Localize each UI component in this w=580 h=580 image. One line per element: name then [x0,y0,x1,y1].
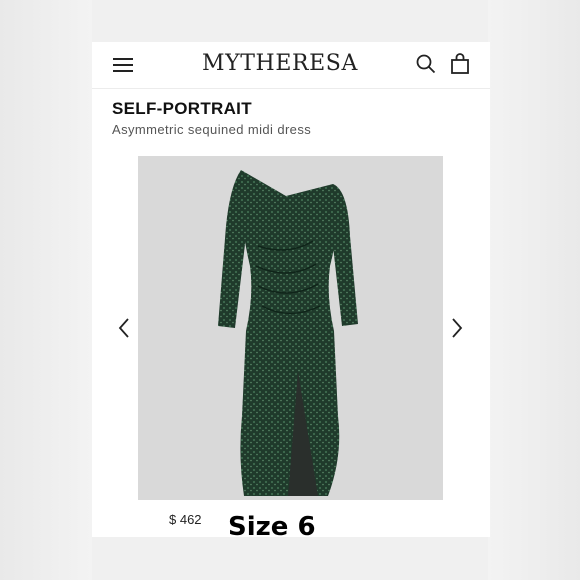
hamburger-icon-line [113,70,133,72]
brand-logo[interactable]: MYTHERESA [180,50,380,78]
search-icon [416,54,436,74]
chevron-left-icon [118,318,129,338]
product-price: $ 462 [169,512,202,527]
carousel-next-button[interactable] [447,316,465,340]
background-blur-left [0,0,92,580]
hamburger-icon [113,58,133,60]
carousel-prev-button[interactable] [116,316,134,340]
search-button[interactable] [415,53,437,75]
dress-illustration [218,170,358,496]
product-image[interactable] [138,156,443,500]
background-blur-right [488,0,580,580]
top-navigation-bar: MYTHERESA [92,42,490,89]
hamburger-icon-line [113,64,133,66]
product-designer[interactable]: SELF-PORTRAIT [112,99,252,119]
shopping-bag-button[interactable] [449,53,471,75]
product-name: Asymmetric sequined midi dress [112,122,312,137]
chevron-right-icon [452,318,463,338]
shopping-bag-icon [451,53,469,74]
product-card: MYTHERESA SELF-PORTRAIT Asymmetric sequi… [92,42,490,537]
menu-button[interactable] [111,55,135,75]
size-overlay-text: Size 6 [228,512,316,542]
